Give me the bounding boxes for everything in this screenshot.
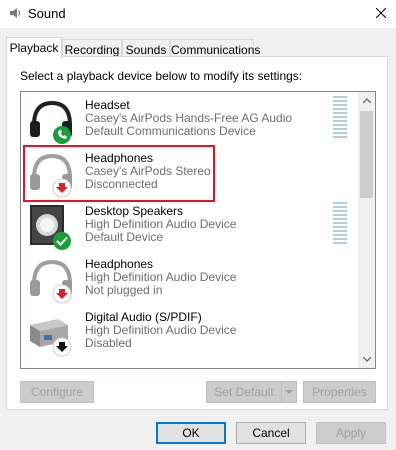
device-item-headset[interactable]: Headset Casey's AirPods Hands-Free AG Au…	[21, 92, 359, 145]
device-name: Digital Audio (S/PDIF)	[85, 310, 202, 324]
device-name: Desktop Speakers	[85, 204, 184, 218]
chevron-up-icon	[362, 98, 371, 103]
scroll-up-button[interactable]	[358, 92, 375, 109]
close-button[interactable]	[366, 0, 396, 26]
device-name: Headset	[85, 98, 130, 112]
speaker-title-icon	[10, 8, 21, 18]
scroll-down-button[interactable]	[358, 351, 375, 368]
volume-meter	[333, 96, 347, 138]
chevron-down-icon	[362, 357, 371, 362]
ok-button[interactable]: OK	[156, 422, 226, 444]
device-description: High Definition Audio Device	[85, 270, 237, 284]
window-title: Sound	[28, 6, 66, 21]
chevron-down-icon	[285, 389, 293, 394]
device-list-scrollbar[interactable]	[358, 92, 375, 368]
device-description: High Definition Audio Device	[85, 323, 237, 337]
sound-dialog: Sound Playback Recording Sounds Communic…	[0, 0, 396, 450]
headset-phone-icon	[30, 100, 72, 144]
device-item-digital-audio[interactable]: Digital Audio (S/PDIF) High Definition A…	[21, 304, 359, 357]
device-description: Casey's AirPods Hands-Free AG Audio	[85, 111, 293, 125]
red-annotation-box	[23, 145, 215, 202]
device-list[interactable]: Headset Casey's AirPods Hands-Free AG Au…	[20, 91, 376, 369]
speaker-icon	[30, 205, 71, 250]
scroll-thumb[interactable]	[360, 111, 373, 198]
device-status: Disabled	[85, 336, 132, 350]
set-default-button[interactable]: Set Default	[206, 381, 282, 403]
tab-playback[interactable]: Playback	[6, 37, 62, 59]
configure-button[interactable]: Configure	[20, 381, 94, 403]
cancel-button[interactable]: Cancel	[236, 422, 306, 444]
set-default-dropdown[interactable]	[281, 381, 297, 403]
spdif-icon	[30, 319, 72, 357]
volume-meter	[333, 202, 347, 244]
title-bar: Sound	[0, 0, 396, 28]
device-item-hd-headphones[interactable]: Headphones High Definition Audio Device …	[21, 251, 359, 304]
close-icon	[376, 8, 386, 18]
apply-button[interactable]: Apply	[316, 422, 386, 444]
headphones-icon	[30, 259, 72, 304]
device-status: Default Device	[85, 230, 164, 244]
playback-panel: Select a playback device below to modify…	[6, 56, 388, 410]
properties-button[interactable]: Properties	[303, 381, 376, 403]
device-status: Not plugged in	[85, 283, 163, 297]
device-status: Default Communications Device	[85, 124, 256, 138]
device-description: High Definition Audio Device	[85, 217, 237, 231]
instruction-text: Select a playback device below to modify…	[20, 69, 303, 83]
device-item-desktop-speakers[interactable]: Desktop Speakers High Definition Audio D…	[21, 198, 359, 251]
device-name: Headphones	[85, 257, 154, 271]
